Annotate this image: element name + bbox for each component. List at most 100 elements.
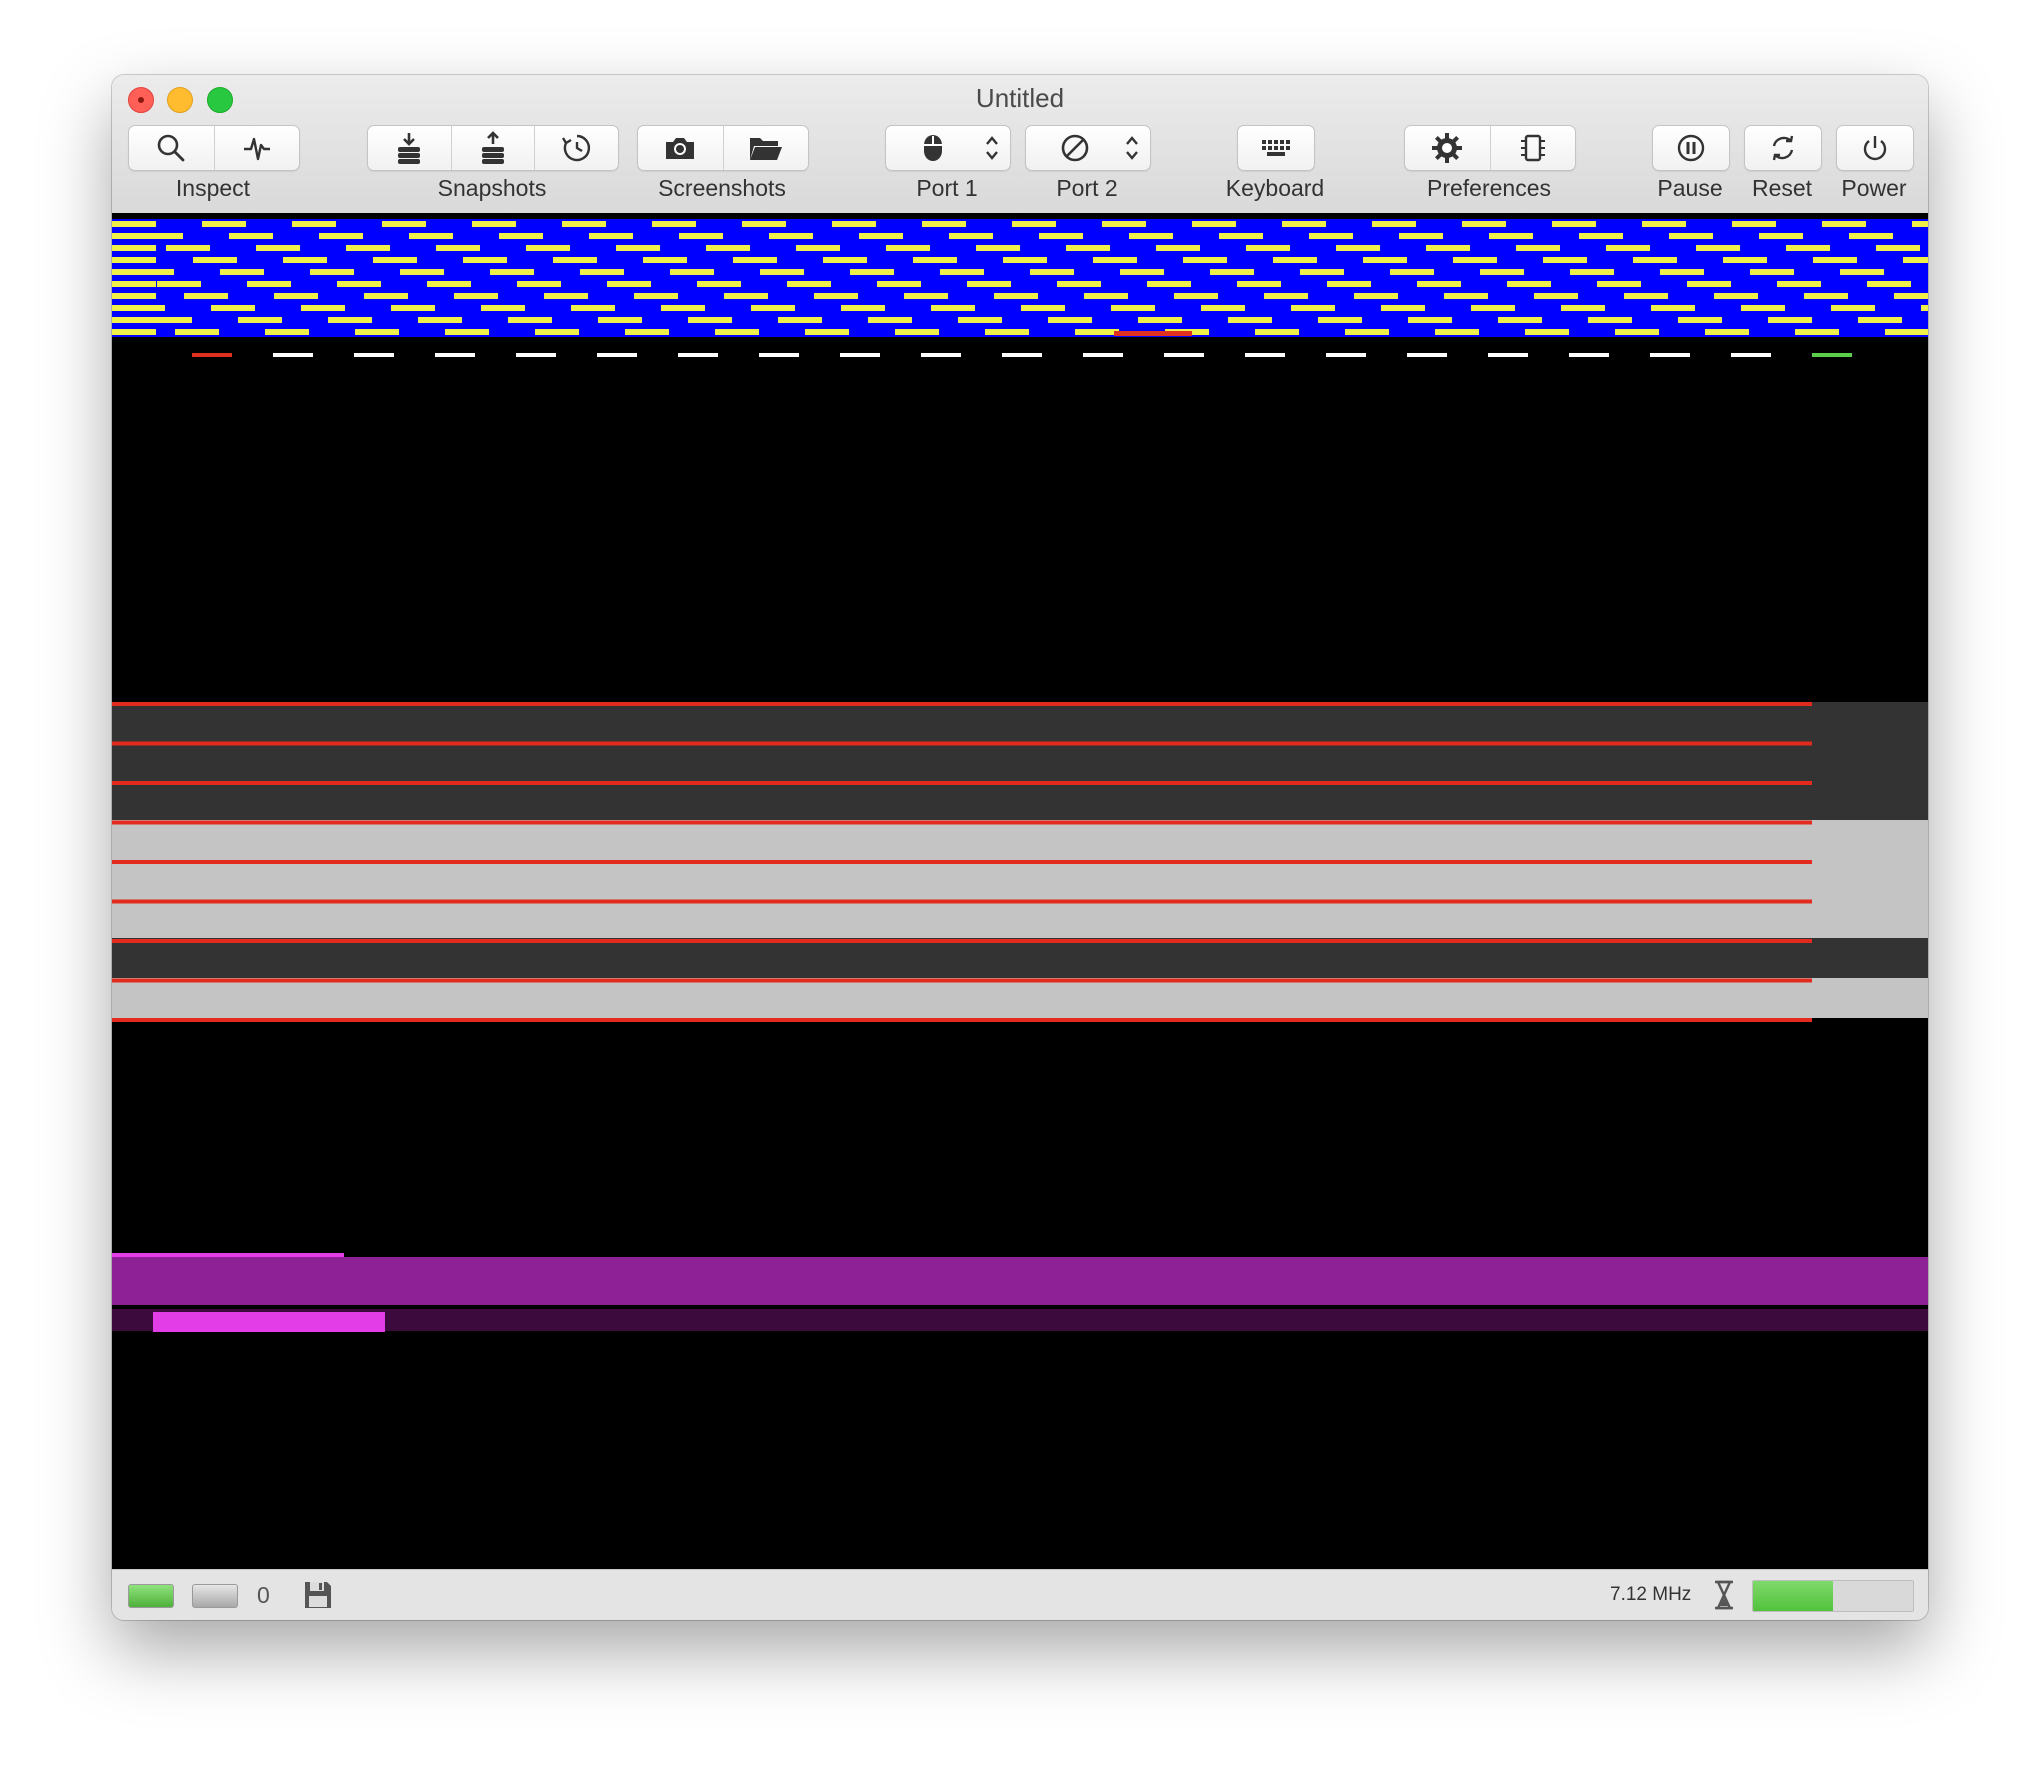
track-marker xyxy=(1245,353,1285,357)
dark-band xyxy=(112,938,1928,978)
monitor-button[interactable] xyxy=(213,126,300,170)
red-line xyxy=(112,702,1812,706)
stripe-segment xyxy=(1894,293,1928,299)
pause-button[interactable] xyxy=(1653,126,1729,170)
browse-screenshots-button[interactable] xyxy=(722,126,809,170)
stripe-segment xyxy=(1363,257,1407,263)
hardware-config-button[interactable] xyxy=(1489,126,1576,170)
stripe-segment xyxy=(436,245,480,251)
drive1-led[interactable] xyxy=(128,1584,174,1608)
stripe-segment xyxy=(1138,317,1182,323)
stripe-segment xyxy=(490,269,534,275)
stripe-segment xyxy=(1480,269,1524,275)
stripe-segment xyxy=(1228,317,1272,323)
stripe-segment xyxy=(1426,245,1470,251)
drive2-led[interactable] xyxy=(192,1584,238,1608)
stripe-segment xyxy=(814,293,858,299)
port1-label: Port 1 xyxy=(916,175,978,201)
track-marker xyxy=(1488,353,1528,357)
stripe-segment xyxy=(1714,293,1758,299)
power-button[interactable] xyxy=(1837,126,1913,170)
take-snapshot-button[interactable] xyxy=(368,126,451,170)
stripe-segment xyxy=(760,269,804,275)
screenshots-label: Screenshots xyxy=(658,175,786,201)
track-marker xyxy=(597,353,637,357)
stripe-segment xyxy=(1291,305,1335,311)
red-line xyxy=(112,741,1812,746)
stripe-segment xyxy=(1471,305,1515,311)
stripe-segment xyxy=(1201,305,1245,311)
inspector-button[interactable] xyxy=(129,126,214,170)
stripe-segment xyxy=(1606,245,1650,251)
track-marker xyxy=(840,353,880,357)
stripe-segment xyxy=(328,317,372,323)
stripe-segment xyxy=(931,305,975,311)
stripe-segment xyxy=(589,233,633,239)
chip-icon xyxy=(1520,134,1545,162)
stripe-segment xyxy=(877,281,921,287)
stripe-segment xyxy=(400,269,444,275)
stripe-segment xyxy=(382,221,426,227)
stripe-segment xyxy=(940,269,984,275)
stripe-segment xyxy=(1381,305,1425,311)
keyboard-group xyxy=(1237,125,1315,171)
stripe-segment xyxy=(184,293,228,299)
stripe-segment xyxy=(976,245,1020,251)
stripe-segment xyxy=(1732,221,1776,227)
stripe-segment xyxy=(1489,233,1533,239)
port2-selector[interactable] xyxy=(1026,126,1150,170)
track-marker xyxy=(435,353,475,357)
track-marker xyxy=(1650,353,1690,357)
stripe-segment xyxy=(535,329,579,335)
pause-group xyxy=(1652,125,1730,171)
stripe-segment xyxy=(949,233,993,239)
stripe-segment xyxy=(1669,233,1713,239)
chevron-updown-icon xyxy=(1126,136,1138,160)
stripe-segment xyxy=(1012,221,1056,227)
power-label: Power xyxy=(1841,175,1907,201)
stripe-segment xyxy=(1534,293,1578,299)
stripe-segment xyxy=(895,329,939,335)
stripe-segment xyxy=(1741,305,1785,311)
port1-popup[interactable] xyxy=(885,125,1011,171)
red-line xyxy=(112,860,1812,864)
stripe-segment xyxy=(1327,281,1371,287)
stripe-segment xyxy=(868,317,912,323)
stripe-segment xyxy=(1597,281,1641,287)
emulator-screen[interactable] xyxy=(112,213,1928,1569)
snapshots-label: Snapshots xyxy=(437,175,547,201)
stripe-segment xyxy=(175,329,219,335)
preferences-button[interactable] xyxy=(1405,126,1490,170)
title-bar: Untitled Inspect Snapshots Screenshots P… xyxy=(112,75,1928,214)
reset-button[interactable] xyxy=(1745,126,1821,170)
magenta-block xyxy=(153,1312,385,1332)
pause-label: Pause xyxy=(1657,175,1723,201)
speed-meter-fill xyxy=(1753,1581,1833,1611)
window-title: Untitled xyxy=(975,83,1065,113)
port2-popup[interactable] xyxy=(1025,125,1151,171)
stripe-segment xyxy=(679,233,723,239)
stripe-segment xyxy=(751,305,795,311)
red-line xyxy=(112,820,1812,825)
stripe-segment xyxy=(1219,233,1263,239)
restore-snapshot-button[interactable] xyxy=(450,126,535,170)
stripe-segment xyxy=(1867,281,1911,287)
hourglass-icon[interactable] xyxy=(1712,1579,1736,1611)
stripe-segment xyxy=(1624,293,1668,299)
stripe-segment xyxy=(283,257,327,263)
stripe-segment xyxy=(1129,233,1173,239)
stripe-segment xyxy=(1255,329,1299,335)
port1-selector[interactable] xyxy=(886,126,1010,170)
stripe-segment xyxy=(598,317,642,323)
stripe-segment xyxy=(229,233,273,239)
take-screenshot-button[interactable] xyxy=(638,126,723,170)
track-marker xyxy=(354,353,394,357)
stripe-segment xyxy=(1111,305,1155,311)
browse-snapshots-button[interactable] xyxy=(534,126,618,170)
stripe-segment xyxy=(1921,305,1928,311)
reset-group xyxy=(1744,125,1822,171)
preferences-label: Preferences xyxy=(1426,175,1551,201)
floppy-disk-icon[interactable] xyxy=(302,1579,334,1611)
keyboard-button[interactable] xyxy=(1238,126,1314,170)
stripe-segment xyxy=(1795,329,1839,335)
